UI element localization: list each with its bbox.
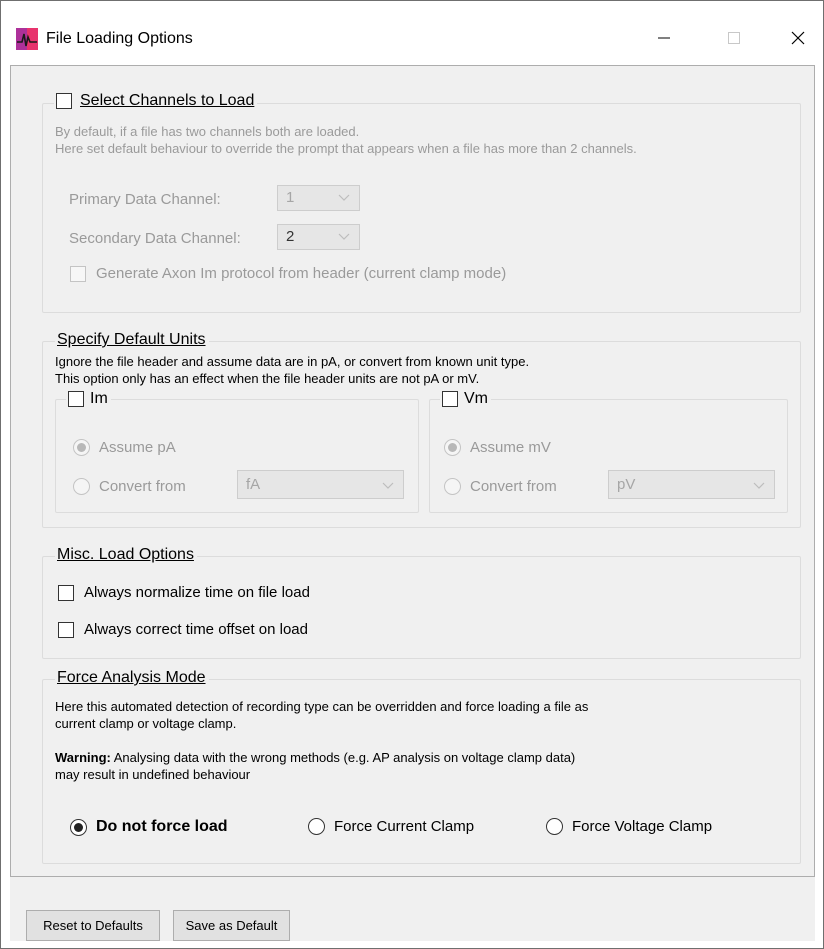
force-analysis-warning-2: may result in undefined behaviour [55, 767, 251, 782]
minimize-icon [658, 37, 670, 39]
close-button[interactable] [775, 21, 821, 55]
title-bar[interactable]: File Loading Options [1, 1, 823, 65]
vm-convert-radio[interactable] [444, 478, 461, 495]
chevron-down-icon [338, 233, 350, 240]
maximize-button[interactable] [711, 21, 757, 55]
default-units-title: Specify Default Units [55, 331, 209, 349]
misc-options-title: Misc. Load Options [55, 546, 197, 564]
force-voltage-clamp-option[interactable]: Force Voltage Clamp [546, 818, 712, 835]
force-voltage-clamp-radio[interactable] [546, 818, 563, 835]
vm-convert-label: Convert from [470, 478, 557, 495]
default-units-desc-2: This option only has an effect when the … [55, 371, 480, 386]
file-loading-options-window: File Loading Options Select Channels to … [0, 0, 824, 949]
vm-convert-option[interactable]: Convert from [444, 478, 557, 495]
do-not-force-option[interactable]: Do not force load [70, 818, 228, 836]
vm-convert-value: pV [617, 476, 636, 493]
select-channels-desc-1: By default, if a file has two channels b… [55, 124, 360, 139]
im-title: Im [90, 390, 108, 407]
reset-to-defaults-button[interactable]: Reset to Defaults [26, 910, 160, 941]
primary-channel-select[interactable]: 1 [277, 185, 360, 211]
correct-offset-label: Always correct time offset on load [84, 621, 308, 638]
normalize-time-checkbox[interactable] [58, 584, 74, 601]
im-convert-option[interactable]: Convert from [73, 478, 186, 495]
im-convert-select[interactable]: fA [237, 470, 404, 499]
vm-assume-option[interactable]: Assume mV [444, 439, 551, 456]
secondary-channel-select[interactable]: 2 [277, 224, 360, 250]
correct-offset-option[interactable]: Always correct time offset on load [58, 621, 308, 638]
im-checkbox[interactable] [68, 391, 84, 407]
vm-assume-radio[interactable] [444, 439, 461, 456]
client-area: Select Channels to Load By default, if a… [10, 65, 815, 941]
vm-title: Vm [464, 390, 488, 407]
select-channels-desc-2: Here set default behaviour to override t… [55, 141, 637, 156]
secondary-channel-value: 2 [286, 228, 295, 245]
im-toggle[interactable]: Im [66, 390, 111, 408]
minimize-button[interactable] [641, 21, 687, 55]
im-convert-value: fA [246, 476, 261, 493]
force-analysis-desc-1: Here this automated detection of recordi… [55, 699, 589, 714]
force-current-clamp-option[interactable]: Force Current Clamp [308, 818, 474, 835]
correct-offset-checkbox[interactable] [58, 621, 74, 638]
do-not-force-radio[interactable] [70, 818, 87, 836]
warning-label: Warning: [55, 750, 111, 765]
save-as-default-button[interactable]: Save as Default [173, 910, 290, 941]
im-assume-label: Assume pA [99, 439, 176, 456]
normalize-time-option[interactable]: Always normalize time on file load [58, 584, 310, 601]
im-assume-option[interactable]: Assume pA [73, 439, 176, 456]
select-channels-checkbox[interactable] [56, 93, 72, 109]
force-voltage-clamp-label: Force Voltage Clamp [572, 818, 713, 835]
generate-protocol-option[interactable]: Generate Axon Im protocol from header (c… [70, 265, 506, 282]
options-panel: Select Channels to Load By default, if a… [10, 65, 815, 877]
force-current-clamp-radio[interactable] [308, 818, 325, 835]
generate-protocol-checkbox[interactable] [70, 265, 86, 282]
chevron-down-icon [338, 194, 350, 201]
window-title: File Loading Options [46, 30, 193, 47]
chevron-down-icon [382, 482, 394, 489]
im-assume-radio[interactable] [73, 439, 90, 456]
generate-protocol-label: Generate Axon Im protocol from header (c… [96, 265, 507, 282]
app-waveform-icon [16, 28, 38, 50]
select-channels-title: Select Channels to Load [80, 92, 255, 109]
select-channels-toggle[interactable]: Select Channels to Load [54, 92, 258, 110]
do-not-force-label: Do not force load [96, 818, 228, 835]
misc-options-group [42, 556, 801, 659]
vm-assume-label: Assume mV [470, 439, 551, 456]
im-convert-label: Convert from [99, 478, 186, 495]
maximize-icon [728, 32, 740, 44]
vm-checkbox[interactable] [442, 391, 458, 407]
vm-toggle[interactable]: Vm [440, 390, 491, 408]
vm-convert-select[interactable]: pV [608, 470, 775, 499]
force-analysis-title: Force Analysis Mode [55, 669, 209, 687]
force-current-clamp-label: Force Current Clamp [334, 818, 475, 835]
im-convert-radio[interactable] [73, 478, 90, 495]
primary-channel-label: Primary Data Channel: [69, 191, 221, 208]
secondary-channel-label: Secondary Data Channel: [69, 230, 241, 247]
close-icon [791, 31, 805, 45]
warning-text: Analysing data with the wrong methods (e… [110, 750, 576, 765]
default-units-desc-1: Ignore the file header and assume data a… [55, 354, 530, 369]
normalize-time-label: Always normalize time on file load [84, 584, 310, 601]
chevron-down-icon [753, 482, 765, 489]
primary-channel-value: 1 [286, 189, 295, 206]
force-analysis-desc-2: current clamp or voltage clamp. [55, 716, 237, 731]
force-analysis-warning: Warning: Analysing data with the wrong m… [55, 749, 575, 766]
